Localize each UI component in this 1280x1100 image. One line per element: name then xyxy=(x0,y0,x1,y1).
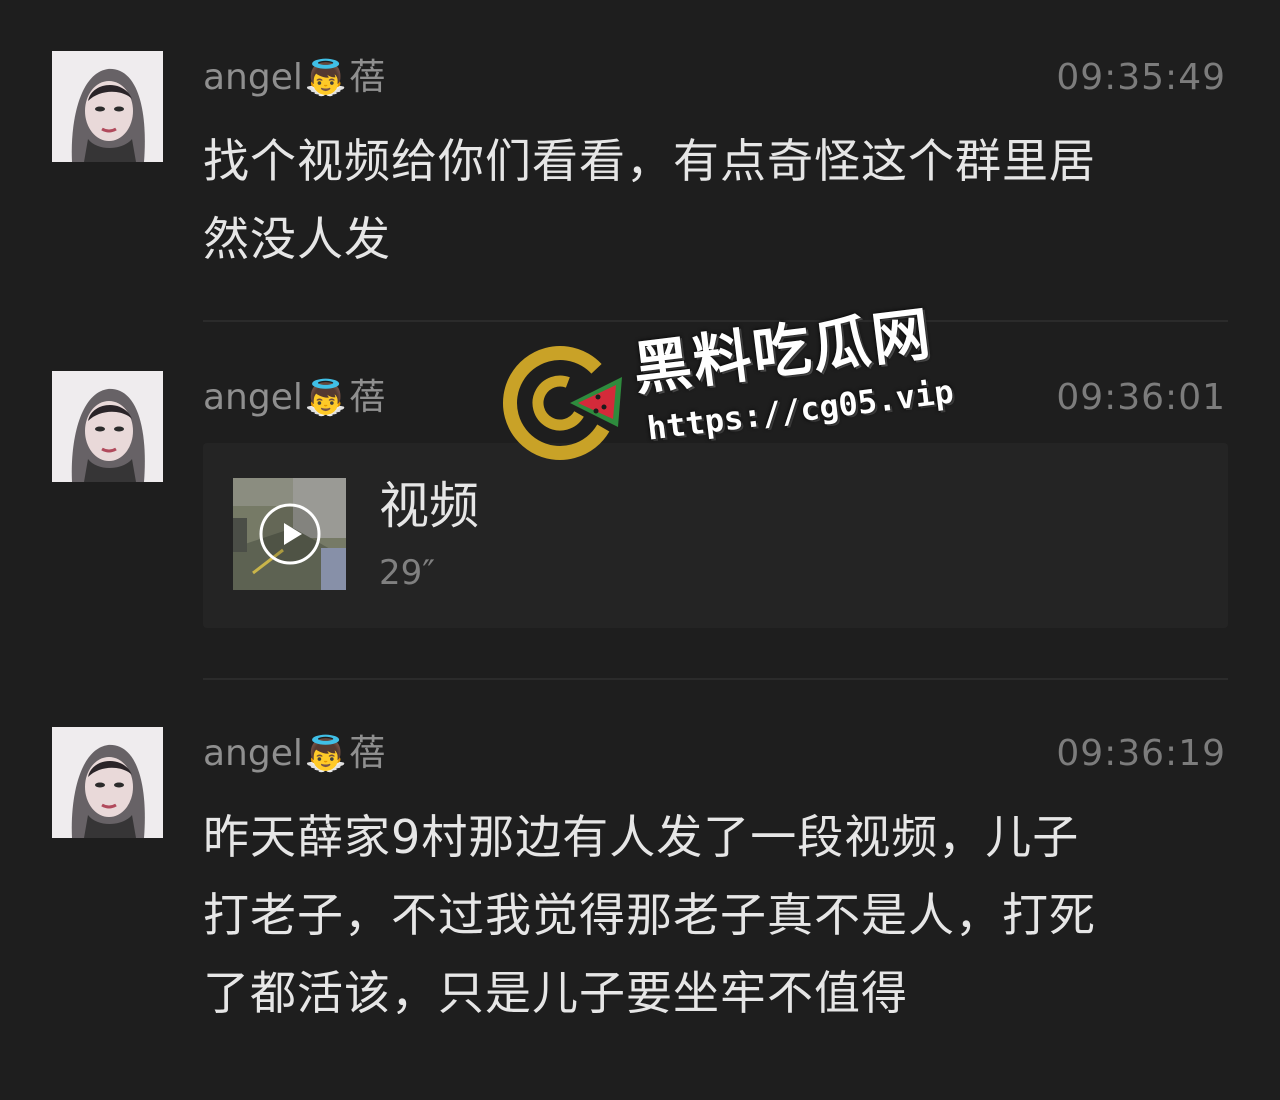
chat-message-3: angel 👼 蓓 09:36:19 昨天薛家9村那边有人发了一段视频，儿子 打老子… xyxy=(0,680,1280,1100)
sender-name: angel 👼 蓓 xyxy=(203,733,386,774)
message-text[interactable]: 找个视频给你们看看，有点奇怪这个群里居 然没人发 xyxy=(203,122,1233,278)
sender-name: angel 👼 蓓 xyxy=(203,377,386,418)
watermark: 黑料吃瓜网 https://cg05.vip xyxy=(500,299,960,475)
avatar-portrait-icon xyxy=(52,727,163,838)
angel-emoji-icon: 👼 xyxy=(304,734,348,774)
avatar-portrait-icon xyxy=(52,371,163,482)
angel-emoji-icon: 👼 xyxy=(304,378,348,418)
video-thumbnail[interactable] xyxy=(233,478,346,590)
video-duration: 29″ xyxy=(379,553,435,593)
avatar-portrait-icon xyxy=(52,51,163,162)
sender-name: angel 👼 蓓 xyxy=(203,57,386,98)
play-icon[interactable] xyxy=(258,502,322,566)
avatar[interactable] xyxy=(52,371,163,482)
chat-message-1: angel 👼 蓓 09:35:49 找个视频给你们看看，有点奇怪这个群里居 然没人… xyxy=(0,0,1280,320)
video-title: 视频 xyxy=(379,477,479,535)
message-timestamp: 09:36:01 xyxy=(1056,377,1226,418)
avatar[interactable] xyxy=(52,51,163,162)
avatar[interactable] xyxy=(52,727,163,838)
angel-emoji-icon: 👼 xyxy=(304,58,348,98)
message-timestamp: 09:35:49 xyxy=(1056,57,1226,98)
message-text[interactable]: 昨天薛家9村那边有人发了一段视频，儿子 打老子，不过我觉得那老子真不是人，打死 … xyxy=(203,798,1233,1032)
message-timestamp: 09:36:19 xyxy=(1056,733,1226,774)
